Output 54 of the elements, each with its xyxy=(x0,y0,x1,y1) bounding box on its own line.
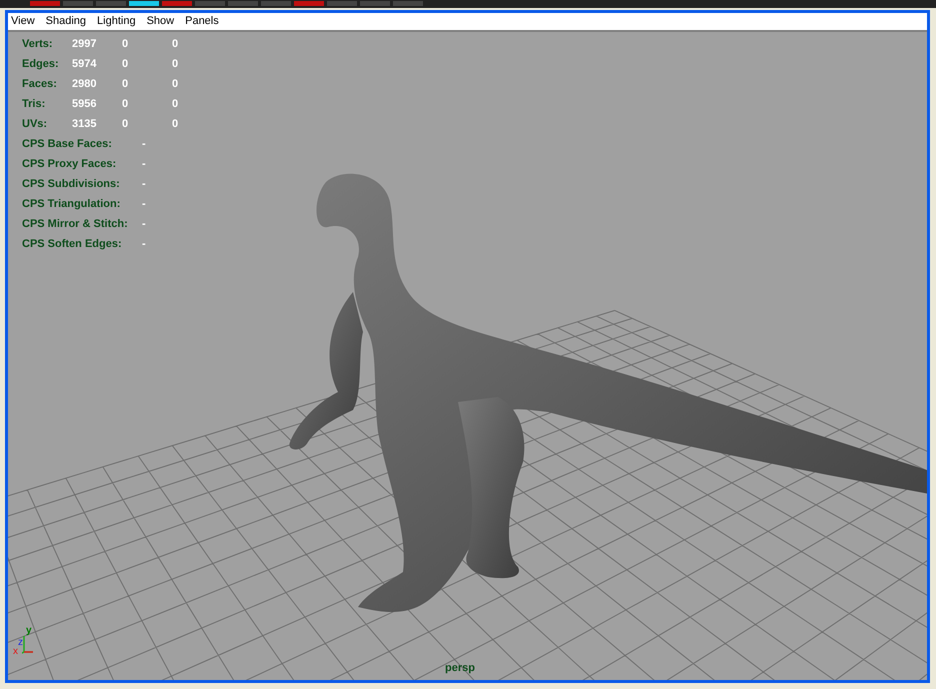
stat-value: 0 xyxy=(172,97,180,112)
stat-value: 2980 xyxy=(72,77,98,92)
toolbar-icon[interactable] xyxy=(30,1,60,6)
stat-label: CPS Proxy Faces: xyxy=(22,157,118,172)
stat-value: 0 xyxy=(172,37,180,52)
toolbar-icon[interactable] xyxy=(294,1,324,6)
camera-label: persp xyxy=(445,660,475,676)
toolbar-icon[interactable] xyxy=(195,1,225,6)
stat-value: 5974 xyxy=(72,57,98,72)
stat-value: 5956 xyxy=(72,97,98,112)
stat-value: 0 xyxy=(122,77,130,92)
stat-label: UVs: xyxy=(22,117,48,132)
menu-item[interactable]: View xyxy=(11,13,35,30)
stat-value: 0 xyxy=(122,57,130,72)
stat-value: - xyxy=(142,177,146,192)
axis-label: y xyxy=(26,626,32,636)
stat-value: 2997 xyxy=(72,37,98,52)
stat-label: Tris: xyxy=(22,97,46,112)
stat-label: CPS Triangulation: xyxy=(22,197,122,212)
stat-value: - xyxy=(142,157,146,172)
toolbar-icon[interactable] xyxy=(360,1,390,6)
toolbar-icon[interactable] xyxy=(261,1,291,6)
toolbar-icon[interactable] xyxy=(96,1,126,6)
stat-label: Verts: xyxy=(22,37,54,52)
stat-value: 0 xyxy=(172,117,180,132)
menu-item[interactable]: Shading xyxy=(46,13,86,30)
stat-value: - xyxy=(142,197,146,212)
menu-item[interactable]: Lighting xyxy=(97,13,136,30)
stat-value: - xyxy=(142,217,146,232)
stat-label: Edges: xyxy=(22,57,60,72)
stat-value: 0 xyxy=(122,37,130,52)
stat-label: CPS Base Faces: xyxy=(22,137,113,152)
stat-value: 3135 xyxy=(72,117,98,132)
toolbar-icon[interactable] xyxy=(327,1,357,6)
stat-value: 0 xyxy=(172,77,180,92)
toolbar-icon[interactable] xyxy=(228,1,258,6)
toolbar-icon[interactable] xyxy=(63,1,93,6)
menu-item[interactable]: Panels xyxy=(185,13,219,30)
stat-value: 0 xyxy=(122,97,130,112)
axis-label: z xyxy=(18,638,23,648)
toolbar-icon[interactable] xyxy=(393,1,423,6)
stat-label: CPS Mirror & Stitch: xyxy=(22,217,129,232)
stat-value: 0 xyxy=(122,117,130,132)
stat-value: - xyxy=(142,137,146,152)
toolbar-icon[interactable] xyxy=(129,1,159,6)
stat-label: CPS Soften Edges: xyxy=(22,237,123,252)
stat-label: CPS Subdivisions: xyxy=(22,177,121,192)
axis-indicator-icon xyxy=(22,634,34,654)
toolbar-icon[interactable] xyxy=(162,1,192,6)
axis-label: x xyxy=(13,647,18,657)
stat-value: 0 xyxy=(172,57,180,72)
menu-item[interactable]: Show xyxy=(146,13,174,30)
stat-value: - xyxy=(142,237,146,252)
stat-label: Faces: xyxy=(22,77,58,92)
